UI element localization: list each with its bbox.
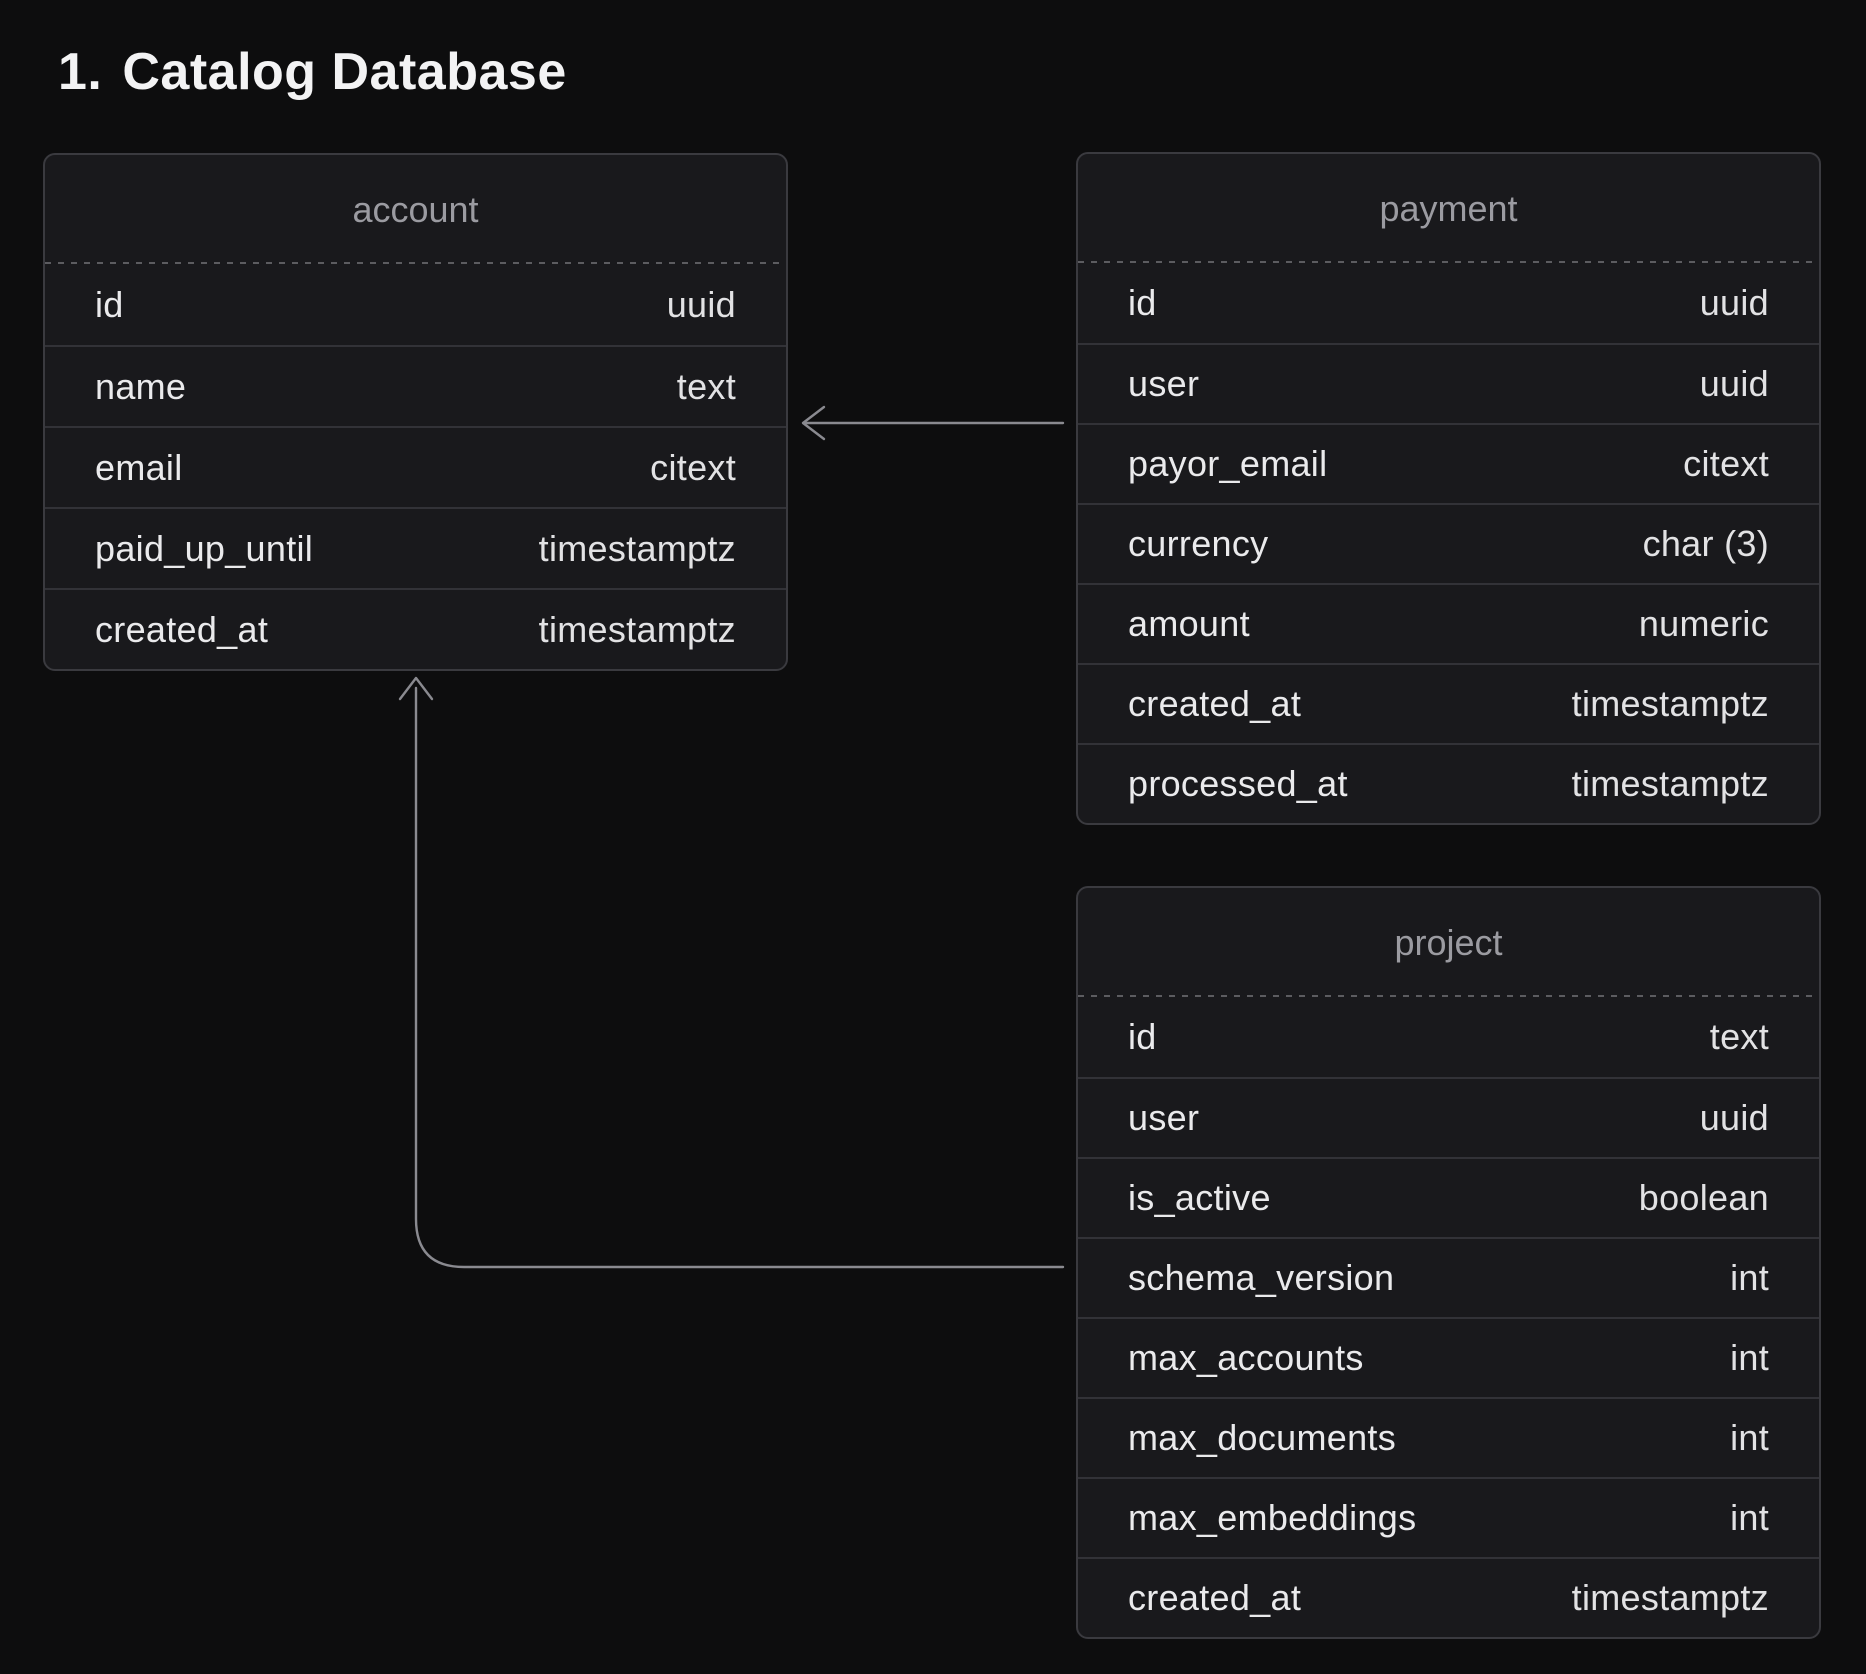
field-name: max_documents (1128, 1417, 1396, 1459)
field-name: email (95, 447, 183, 489)
table-row: email citext (45, 426, 786, 507)
table-row: currency char (3) (1078, 503, 1819, 583)
field-type: timestamptz (539, 528, 736, 570)
table-name: project (1394, 922, 1502, 964)
field-name: created_at (1128, 1577, 1301, 1619)
field-type: int (1730, 1497, 1769, 1539)
table-row: id uuid (45, 264, 786, 345)
relation-payment-account-arrow (803, 407, 1063, 439)
table-row: max_documents int (1078, 1397, 1819, 1477)
table-row: amount numeric (1078, 583, 1819, 663)
table-row: user uuid (1078, 343, 1819, 423)
arrowhead-left-icon (803, 407, 824, 439)
relation-project-account-arrow (400, 678, 1063, 1267)
field-name: amount (1128, 603, 1250, 645)
field-name: user (1128, 1097, 1199, 1139)
table-row: max_embeddings int (1078, 1477, 1819, 1557)
field-name: currency (1128, 523, 1268, 565)
table-row: created_at timestamptz (45, 588, 786, 669)
field-name: created_at (95, 609, 268, 651)
table-header[interactable]: project (1078, 888, 1819, 997)
field-name: id (1128, 1016, 1157, 1058)
table-name: payment (1379, 188, 1517, 230)
table-row: processed_at timestamptz (1078, 743, 1819, 823)
table-row: schema_version int (1078, 1237, 1819, 1317)
field-type: uuid (667, 284, 736, 326)
field-type: timestamptz (1572, 763, 1769, 805)
table-row: payor_email citext (1078, 423, 1819, 503)
table-row: id text (1078, 997, 1819, 1077)
table-row: is_active boolean (1078, 1157, 1819, 1237)
field-type: char (3) (1643, 523, 1769, 565)
table-card-account[interactable]: account id uuid name text email citext p… (43, 153, 788, 671)
field-type: int (1730, 1337, 1769, 1379)
table-header[interactable]: account (45, 155, 786, 264)
field-name: user (1128, 363, 1199, 405)
page-title: 1. Catalog Database (58, 42, 567, 102)
table-row: max_accounts int (1078, 1317, 1819, 1397)
field-type: numeric (1639, 603, 1769, 645)
field-type: uuid (1700, 282, 1769, 324)
field-type: citext (650, 447, 736, 489)
field-type: int (1730, 1417, 1769, 1459)
table-name: account (352, 189, 478, 231)
field-type: int (1730, 1257, 1769, 1299)
field-name: processed_at (1128, 763, 1348, 805)
page-title-number: 1. (58, 42, 102, 102)
arrowhead-up-icon (400, 678, 432, 699)
table-row: created_at timestamptz (1078, 663, 1819, 743)
table-row: user uuid (1078, 1077, 1819, 1157)
field-name: max_accounts (1128, 1337, 1364, 1379)
field-name: payor_email (1128, 443, 1327, 485)
table-row: id uuid (1078, 263, 1819, 343)
field-type: text (1710, 1016, 1769, 1058)
field-type: uuid (1700, 363, 1769, 405)
field-name: max_embeddings (1128, 1497, 1416, 1539)
field-name: id (1128, 282, 1157, 324)
table-rows: id text user uuid is_active boolean sche… (1078, 997, 1819, 1637)
table-rows: id uuid name text email citext paid_up_u… (45, 264, 786, 669)
field-type: citext (1683, 443, 1769, 485)
erd-canvas: 1. Catalog Database account id uuid name… (0, 0, 1866, 1674)
relation-line (416, 688, 1063, 1267)
table-header[interactable]: payment (1078, 154, 1819, 263)
field-type: timestamptz (539, 609, 736, 651)
field-name: schema_version (1128, 1257, 1394, 1299)
field-type: timestamptz (1572, 683, 1769, 725)
table-rows: id uuid user uuid payor_email citext cur… (1078, 263, 1819, 823)
table-row: paid_up_until timestamptz (45, 507, 786, 588)
field-name: created_at (1128, 683, 1301, 725)
field-type: uuid (1700, 1097, 1769, 1139)
field-name: name (95, 366, 186, 408)
field-name: id (95, 284, 124, 326)
page-title-text: Catalog Database (122, 42, 566, 102)
table-row: created_at timestamptz (1078, 1557, 1819, 1637)
field-name: paid_up_until (95, 528, 313, 570)
table-card-payment[interactable]: payment id uuid user uuid payor_email ci… (1076, 152, 1821, 825)
field-name: is_active (1128, 1177, 1271, 1219)
table-card-project[interactable]: project id text user uuid is_active bool… (1076, 886, 1821, 1639)
field-type: boolean (1639, 1177, 1769, 1219)
field-type: text (677, 366, 736, 408)
table-row: name text (45, 345, 786, 426)
field-type: timestamptz (1572, 1577, 1769, 1619)
